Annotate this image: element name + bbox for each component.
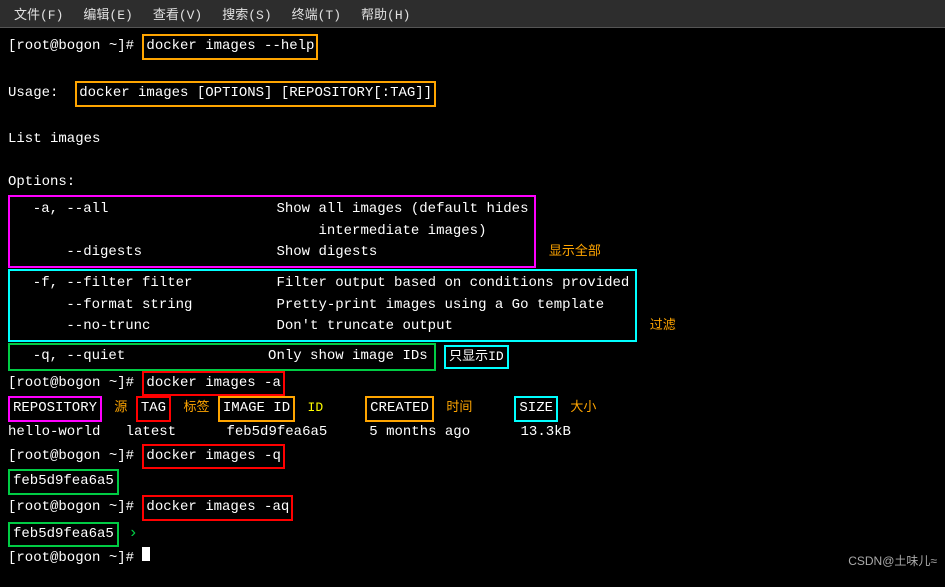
usage-cmd: docker images [OPTIONS] [REPOSITORY[:TAG…: [75, 81, 436, 107]
option-quiet: -q, --quiet Only show image IDs: [16, 346, 428, 368]
cmd-docker-q: docker images -q: [142, 444, 284, 470]
col-label-time: 时间: [446, 398, 472, 418]
prompt-5: [root@bogon ~]#: [8, 548, 142, 570]
image-id-output-1: feb5d9fea6a5: [8, 469, 119, 495]
options-heading: Options:: [8, 172, 937, 194]
col-size: SIZE: [514, 396, 558, 422]
col-repository: REPOSITORY: [8, 396, 102, 422]
cell-tag: latest: [126, 422, 227, 444]
options-block-magenta: -a, --all Show all images (default hides…: [8, 195, 536, 268]
cell-created: 5 months ago: [369, 422, 520, 444]
col-label-tag-cn: 标签: [183, 398, 209, 418]
option-a: -a, --all Show all images (default hides: [16, 199, 528, 221]
label-filter: 过滤: [650, 318, 676, 333]
option-a-cont: intermediate images): [16, 221, 528, 243]
menu-edit[interactable]: 编辑(E): [73, 2, 142, 25]
col-image-id: IMAGE ID: [218, 396, 295, 422]
option-quiet-row: -q, --quiet Only show image IDs 只显示ID: [8, 343, 937, 371]
image-id-output-2: feb5d9fea6a5: [8, 522, 119, 548]
cell-id: feb5d9fea6a5: [226, 422, 369, 444]
col-tag: TAG: [136, 396, 171, 422]
label-only-id: 只显示ID: [444, 345, 509, 369]
option-digests: --digests Show digests: [16, 242, 528, 264]
final-prompt-line: [root@bogon ~]#: [8, 547, 937, 570]
prompt-2: [root@bogon ~]#: [8, 373, 142, 395]
col-created: CREATED: [365, 396, 434, 422]
col-label-source: 源: [114, 398, 127, 418]
option-filter: -f, --filter filter Filter output based …: [16, 273, 629, 295]
cmd-line-4: [root@bogon ~]# docker images -aq: [8, 495, 937, 521]
usage-line: Usage: docker images [OPTIONS] [REPOSITO…: [8, 81, 937, 107]
col-label-size: 大小: [570, 398, 596, 418]
cmd-docker-help: docker images --help: [142, 34, 318, 60]
cell-repo: hello-world: [8, 422, 126, 444]
cursor: [142, 547, 150, 561]
menu-view[interactable]: 查看(V): [143, 2, 212, 25]
cmd-line-3: [root@bogon ~]# docker images -q: [8, 444, 937, 470]
menu-search[interactable]: 搜索(S): [212, 2, 281, 25]
cmd-docker-a: docker images -a: [142, 371, 284, 397]
option-no-trunc: --no-trunc Don't truncate output: [16, 316, 629, 338]
terminal: [root@bogon ~]# docker images --help Usa…: [0, 28, 945, 576]
blank-1: [8, 60, 937, 82]
cmd-docker-aq: docker images -aq: [142, 495, 293, 521]
watermark: CSDN@土味儿≈: [848, 552, 937, 571]
image-id-line-1: feb5d9fea6a5: [8, 469, 937, 495]
table-data-row: hello-world latest feb5d9fea6a5 5 months…: [8, 422, 937, 444]
prompt-4: [root@bogon ~]#: [8, 497, 142, 519]
prompt-3: [root@bogon ~]#: [8, 446, 142, 468]
table-header-row: REPOSITORY 源 TAG 标签 IMAGE ID ID CREATED …: [8, 396, 937, 422]
menu-bar: 文件(F) 编辑(E) 查看(V) 搜索(S) 终端(T) 帮助(H): [0, 0, 945, 28]
prompt-1: [root@bogon ~]#: [8, 36, 142, 58]
blank-2: [8, 107, 937, 129]
options-block-cyan: -f, --filter filter Filter output based …: [8, 269, 637, 342]
list-images-text: List images: [8, 129, 937, 151]
menu-file[interactable]: 文件(F): [4, 2, 73, 25]
arrow-icon: ›: [119, 521, 138, 546]
label-show-all: 显示全部: [549, 244, 601, 259]
image-id-line-2: feb5d9fea6a5 ›: [8, 521, 937, 548]
options-block-green: -q, --quiet Only show image IDs: [8, 343, 436, 371]
col-label-id: ID: [308, 398, 324, 418]
blank-3: [8, 150, 937, 172]
menu-terminal[interactable]: 终端(T): [282, 2, 351, 25]
cell-size: 13.3kB: [521, 422, 571, 444]
cmd-line-1: [root@bogon ~]# docker images --help: [8, 34, 937, 60]
menu-help[interactable]: 帮助(H): [351, 2, 420, 25]
cmd-line-2: [root@bogon ~]# docker images -a: [8, 371, 937, 397]
option-format: --format string Pretty-print images usin…: [16, 295, 629, 317]
usage-label: Usage:: [8, 83, 75, 105]
